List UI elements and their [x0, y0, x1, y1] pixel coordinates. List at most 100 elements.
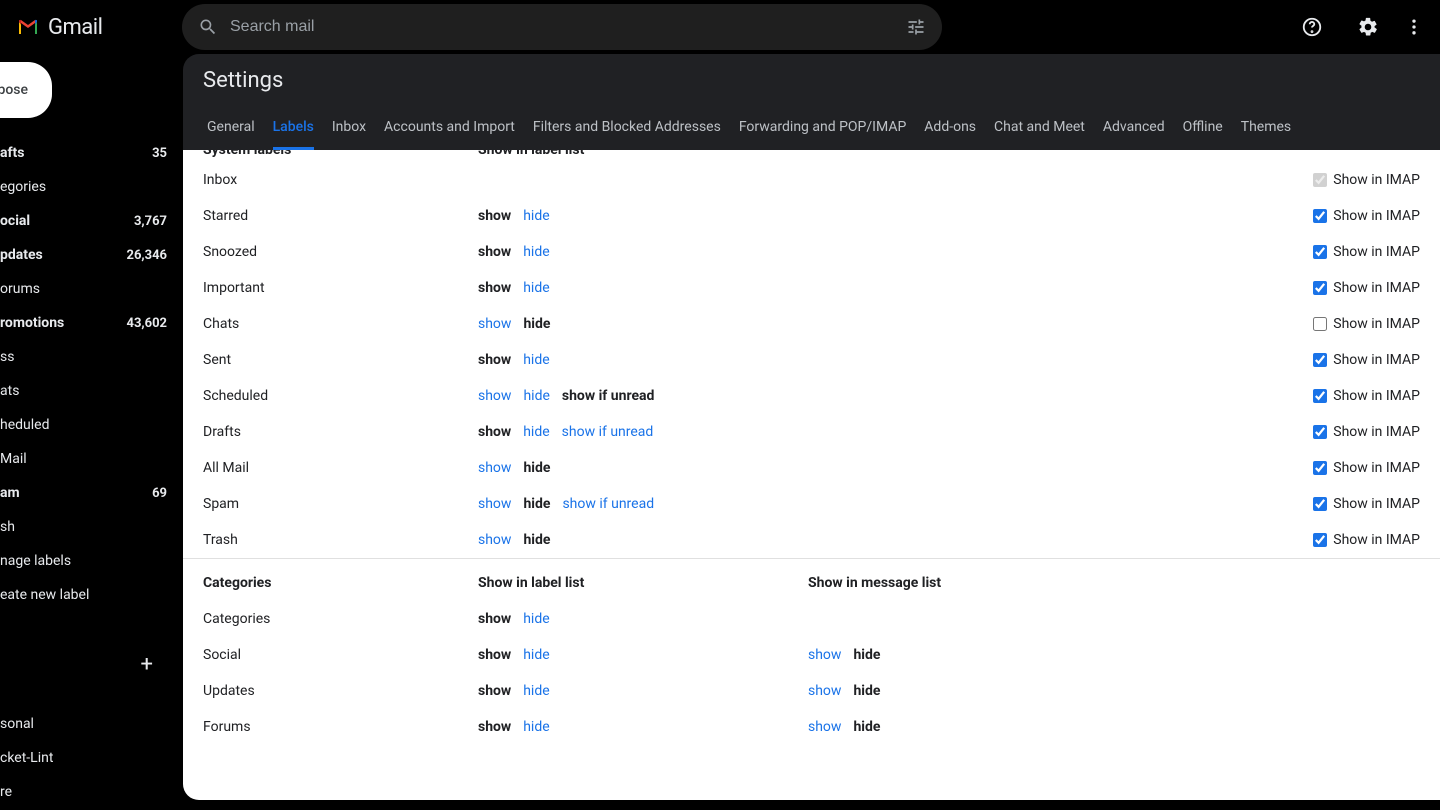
visibility-option[interactable]: show [478, 460, 511, 476]
tab-accounts-and-import[interactable]: Accounts and Import [384, 113, 515, 150]
imap-checkbox[interactable] [1313, 389, 1327, 403]
sidebar-custom-label[interactable]: cket-Lint [0, 741, 183, 775]
tab-general[interactable]: General [207, 113, 255, 150]
visibility-option[interactable]: show if unread [562, 424, 654, 440]
tab-add-ons[interactable]: Add-ons [924, 113, 976, 150]
sidebar-item-label: sh [0, 519, 167, 535]
imap-checkbox[interactable] [1313, 461, 1327, 475]
brand-text: Gmail [48, 15, 102, 40]
imap-checkbox[interactable] [1313, 281, 1327, 295]
label-msg-opts: show hide [808, 719, 1228, 735]
sidebar-item[interactable]: heduled [0, 408, 183, 442]
imap-checkbox[interactable] [1313, 533, 1327, 547]
visibility-option[interactable]: hide [523, 683, 549, 699]
visibility-option[interactable]: show [478, 424, 511, 440]
visibility-option[interactable]: hide [523, 208, 549, 224]
imap-checkbox[interactable] [1313, 209, 1327, 223]
visibility-option[interactable]: hide [523, 496, 550, 512]
sidebar-item[interactable]: ocial3,767 [0, 204, 183, 238]
tab-advanced[interactable]: Advanced [1103, 113, 1165, 150]
visibility-option[interactable]: show [478, 611, 511, 627]
sidebar-item[interactable]: egories [0, 170, 183, 204]
label-name: Chats [203, 316, 478, 332]
imap-checkbox[interactable] [1313, 425, 1327, 439]
tab-offline[interactable]: Offline [1183, 113, 1223, 150]
visibility-option[interactable]: hide [853, 647, 880, 663]
label-show-opts: show hide [478, 280, 808, 296]
visibility-option[interactable]: show [478, 532, 511, 548]
sidebar-item[interactable]: am69 [0, 476, 183, 510]
gmail-logo-icon [16, 15, 40, 39]
imap-checkbox[interactable] [1313, 245, 1327, 259]
visibility-option[interactable]: show if unread [562, 496, 654, 512]
visibility-option[interactable]: show [808, 719, 841, 735]
search-bar[interactable] [182, 4, 942, 50]
imap-checkbox[interactable] [1313, 317, 1327, 331]
visibility-option[interactable]: show [478, 683, 511, 699]
visibility-option[interactable]: hide [523, 719, 549, 735]
col-show-label-list: Show in label list [478, 150, 808, 158]
tab-filters-and-blocked-addresses[interactable]: Filters and Blocked Addresses [533, 113, 721, 150]
imap-checkbox[interactable] [1313, 497, 1327, 511]
settings-button[interactable] [1348, 7, 1388, 47]
visibility-option[interactable]: hide [523, 532, 550, 548]
visibility-option[interactable]: hide [523, 388, 549, 404]
visibility-option[interactable]: show [808, 683, 841, 699]
visibility-option[interactable]: show [478, 280, 511, 296]
tune-icon[interactable] [906, 17, 926, 37]
visibility-option[interactable]: hide [523, 647, 549, 663]
visibility-option[interactable]: show [808, 647, 841, 663]
sidebar-item[interactable]: afts35 [0, 136, 183, 170]
tab-forwarding-and-pop/imap[interactable]: Forwarding and POP/IMAP [739, 113, 906, 150]
tab-labels[interactable]: Labels [273, 113, 314, 150]
imap-checkbox[interactable] [1313, 353, 1327, 367]
help-button[interactable] [1292, 7, 1332, 47]
visibility-option[interactable]: show [478, 388, 511, 404]
label-row: Social showhide showhide [183, 637, 1440, 673]
visibility-option[interactable]: show [478, 719, 511, 735]
visibility-option[interactable]: hide [853, 719, 880, 735]
visibility-option[interactable]: show if unread [562, 388, 655, 404]
sidebar-item[interactable]: ats [0, 374, 183, 408]
visibility-option[interactable]: show [478, 244, 511, 260]
sidebar-custom-label[interactable]: re [0, 775, 183, 809]
label-imap: Show in IMAP [1228, 316, 1420, 332]
plus-icon[interactable]: + [141, 652, 153, 677]
sidebar-item[interactable]: Mail [0, 442, 183, 476]
visibility-option[interactable]: hide [523, 424, 549, 440]
more-button[interactable] [1404, 7, 1424, 47]
sidebar-item[interactable]: romotions43,602 [0, 306, 183, 340]
sidebar-item[interactable]: eate new label [0, 578, 183, 612]
tab-themes[interactable]: Themes [1241, 113, 1291, 150]
tab-chat-and-meet[interactable]: Chat and Meet [994, 113, 1085, 150]
sidebar-item[interactable]: sh [0, 510, 183, 544]
visibility-option[interactable]: hide [523, 611, 549, 627]
visibility-option[interactable]: hide [523, 352, 549, 368]
logo-area[interactable]: Gmail [16, 15, 166, 40]
tab-inbox[interactable]: Inbox [332, 113, 366, 150]
visibility-option[interactable]: show [478, 352, 511, 368]
visibility-option[interactable]: hide [523, 244, 549, 260]
settings-content[interactable]: System labels Show in label list Inbox S… [183, 150, 1440, 800]
compose-button[interactable]: mpose [0, 62, 52, 118]
sidebar-item[interactable]: ss [0, 340, 183, 374]
label-imap: Show in IMAP [1228, 496, 1420, 512]
label-imap: Show in IMAP [1228, 208, 1420, 224]
visibility-option[interactable]: show [478, 208, 511, 224]
imap-checkbox[interactable] [1313, 173, 1327, 187]
sidebar-item[interactable]: pdates26,346 [0, 238, 183, 272]
search-input[interactable] [230, 18, 894, 36]
visibility-option[interactable]: hide [523, 316, 550, 332]
visibility-option[interactable]: hide [853, 683, 880, 699]
sidebar-custom-label[interactable]: sonal [0, 707, 183, 741]
label-show-opts: show hide [478, 460, 808, 476]
visibility-option[interactable]: hide [523, 280, 549, 296]
visibility-option[interactable]: show [478, 647, 511, 663]
label-name: Drafts [203, 424, 478, 440]
visibility-option[interactable]: show [478, 316, 511, 332]
visibility-option[interactable]: show [478, 496, 511, 512]
label-show-opts: show hide show if unread [478, 388, 808, 404]
visibility-option[interactable]: hide [523, 460, 550, 476]
sidebar-item[interactable]: orums [0, 272, 183, 306]
sidebar-item[interactable]: nage labels [0, 544, 183, 578]
